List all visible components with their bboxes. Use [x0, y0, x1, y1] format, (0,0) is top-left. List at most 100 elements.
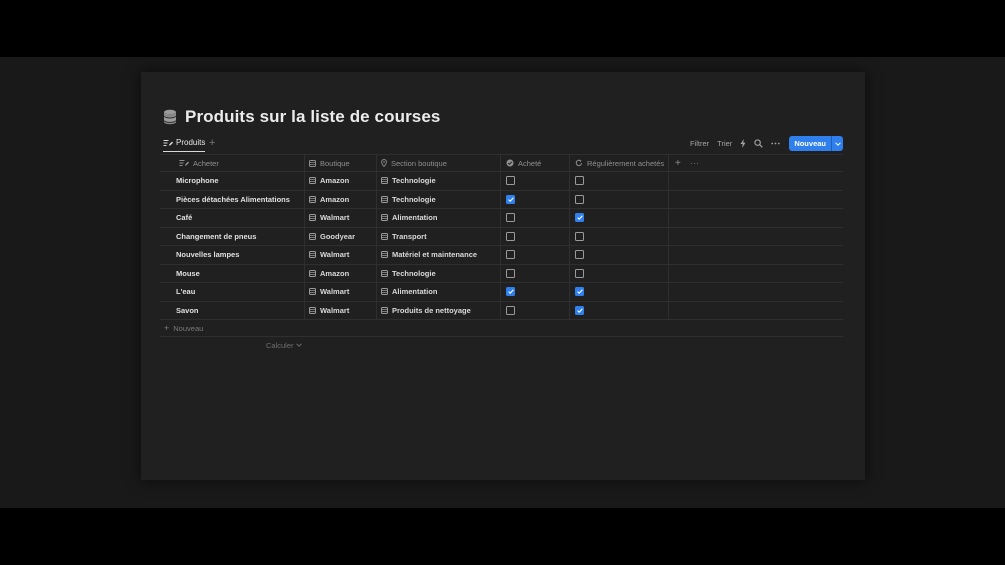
- cell-section[interactable]: Alimentation: [376, 283, 505, 301]
- more-options-button[interactable]: [771, 142, 781, 145]
- column-header-acheter[interactable]: Acheter: [176, 155, 306, 171]
- page-icon: [381, 195, 388, 203]
- cell-empty: [668, 172, 850, 190]
- page-icon: [381, 214, 388, 222]
- table-row[interactable]: Mouse Amazon Technologie: [160, 264, 843, 283]
- new-dropdown-button[interactable]: [831, 136, 843, 151]
- cell-acheter[interactable]: L'eau: [176, 283, 303, 301]
- column-label: Acheter: [193, 158, 219, 168]
- add-property-button[interactable]: +: [675, 158, 681, 169]
- cell-section[interactable]: Transport: [376, 227, 505, 245]
- column-header-boutique[interactable]: Boutique: [304, 155, 381, 171]
- table-row[interactable]: Café Walmart Alimentation: [160, 209, 843, 228]
- table-row[interactable]: Microphone Amazon Technologie: [160, 172, 843, 191]
- cell-section[interactable]: Matériel et maintenance: [376, 246, 505, 264]
- cell-boutique[interactable]: Goodyear: [304, 227, 381, 245]
- cell-acheter[interactable]: Changement de pneus: [176, 228, 303, 246]
- regulier-checkbox[interactable]: [575, 305, 584, 315]
- achete-checkbox[interactable]: [506, 194, 515, 204]
- column-header-achete[interactable]: Acheté: [500, 155, 575, 171]
- sort-button[interactable]: Trier: [717, 139, 732, 148]
- achete-checkbox[interactable]: [506, 305, 515, 315]
- calculate-label: Calculer: [266, 340, 294, 350]
- cell-regulier: [569, 301, 674, 319]
- achete-checkbox[interactable]: [506, 176, 515, 186]
- regulier-checkbox[interactable]: [575, 194, 584, 204]
- new-button-label: Nouveau: [794, 139, 826, 148]
- regulier-checkbox[interactable]: [575, 231, 584, 241]
- item-name: Pièces détachées Alimentations: [176, 194, 290, 204]
- item-name: Café: [176, 213, 193, 223]
- cell-regulier: [569, 227, 674, 245]
- cell-boutique[interactable]: Amazon: [304, 264, 381, 282]
- cell-boutique[interactable]: Walmart: [304, 301, 381, 319]
- page-icon: [381, 269, 388, 277]
- more-icon: [771, 142, 781, 145]
- cell-boutique[interactable]: Walmart: [304, 209, 381, 227]
- table-row[interactable]: Nouvelles lampes Walmart Matériel et maint…: [160, 246, 843, 265]
- achete-checkbox[interactable]: [506, 250, 515, 260]
- cell-acheter[interactable]: Microphone: [176, 172, 303, 190]
- cell-boutique[interactable]: Walmart: [304, 283, 381, 301]
- cell-acheter[interactable]: Mouse: [176, 265, 303, 283]
- cell-section[interactable]: Produits de nettoyage: [376, 301, 505, 319]
- achete-checkbox[interactable]: [506, 213, 515, 223]
- cell-achete: [500, 209, 575, 227]
- cell-regulier: [569, 190, 674, 208]
- cell-boutique[interactable]: Walmart: [304, 246, 381, 264]
- regulier-checkbox[interactable]: [575, 250, 584, 260]
- automation-button[interactable]: [740, 139, 746, 148]
- boutique-value: Amazon: [320, 268, 350, 278]
- achete-checkbox[interactable]: [506, 268, 515, 278]
- table-row[interactable]: Changement de pneus Goodyear Transport: [160, 227, 843, 246]
- table-row[interactable]: Pièces détachées Alimentations Amazon Tech…: [160, 190, 843, 209]
- cell-section[interactable]: Technologie: [376, 264, 505, 282]
- achete-checkbox[interactable]: [506, 231, 515, 241]
- cell-acheter[interactable]: Nouvelles lampes: [176, 246, 303, 264]
- page-icon: [309, 288, 316, 296]
- column-header-regulier[interactable]: Régulièrement achetés: [569, 155, 674, 171]
- calculate-button[interactable]: Calculer: [266, 337, 302, 353]
- regulier-checkbox[interactable]: [575, 176, 584, 186]
- page-icon: [381, 306, 388, 314]
- cell-section[interactable]: Alimentation: [376, 209, 505, 227]
- cell-regulier: [569, 246, 674, 264]
- page-header: Produits sur la liste de courses: [163, 107, 440, 127]
- new-row-label: + Nouveau: [164, 323, 204, 333]
- column-header-section[interactable]: Section boutique: [376, 155, 505, 171]
- more-icon[interactable]: ···: [690, 159, 700, 168]
- cell-acheter[interactable]: Café: [176, 209, 303, 227]
- tab-produits[interactable]: Produits: [163, 138, 206, 152]
- page-icon: [381, 251, 388, 259]
- toolbar: Filtrer Trier Nouveau: [682, 136, 843, 151]
- regulier-checkbox[interactable]: [575, 213, 584, 223]
- table-row[interactable]: L'eau Walmart Alimentation: [160, 283, 843, 302]
- section-value: Alimentation: [392, 287, 438, 297]
- search-button[interactable]: [754, 139, 764, 148]
- cell-section[interactable]: Technologie: [376, 190, 505, 208]
- page-icon: [309, 195, 316, 203]
- add-view-button[interactable]: +: [209, 137, 215, 149]
- table-row[interactable]: Savon Walmart Produits de nettoyage: [160, 301, 843, 320]
- cell-acheter[interactable]: Pièces détachées Alimentations: [176, 191, 303, 209]
- search-icon: [754, 139, 764, 148]
- cell-boutique[interactable]: Amazon: [304, 172, 381, 190]
- cell-regulier: [569, 209, 674, 227]
- table-body: Microphone Amazon Technologie Pièces détach…: [160, 172, 843, 320]
- new-row-button[interactable]: + Nouveau: [160, 320, 843, 337]
- regulier-checkbox[interactable]: [575, 268, 584, 278]
- regulier-checkbox[interactable]: [575, 287, 584, 297]
- achete-checkbox[interactable]: [506, 287, 515, 297]
- cell-regulier: [569, 283, 674, 301]
- new-button[interactable]: Nouveau: [789, 136, 843, 151]
- boutique-value: Walmart: [320, 213, 350, 223]
- filter-button[interactable]: Filtrer: [690, 139, 709, 148]
- view-bar: Produits + Filtrer Trier Nouveau: [161, 136, 843, 154]
- cell-section[interactable]: Technologie: [376, 172, 505, 190]
- cell-acheter[interactable]: Savon: [176, 302, 303, 320]
- item-name: Changement de pneus: [176, 231, 257, 241]
- cell-empty: [668, 190, 850, 208]
- cell-boutique[interactable]: Amazon: [304, 190, 381, 208]
- cell-achete: [500, 172, 575, 190]
- refresh-icon: [575, 159, 583, 167]
